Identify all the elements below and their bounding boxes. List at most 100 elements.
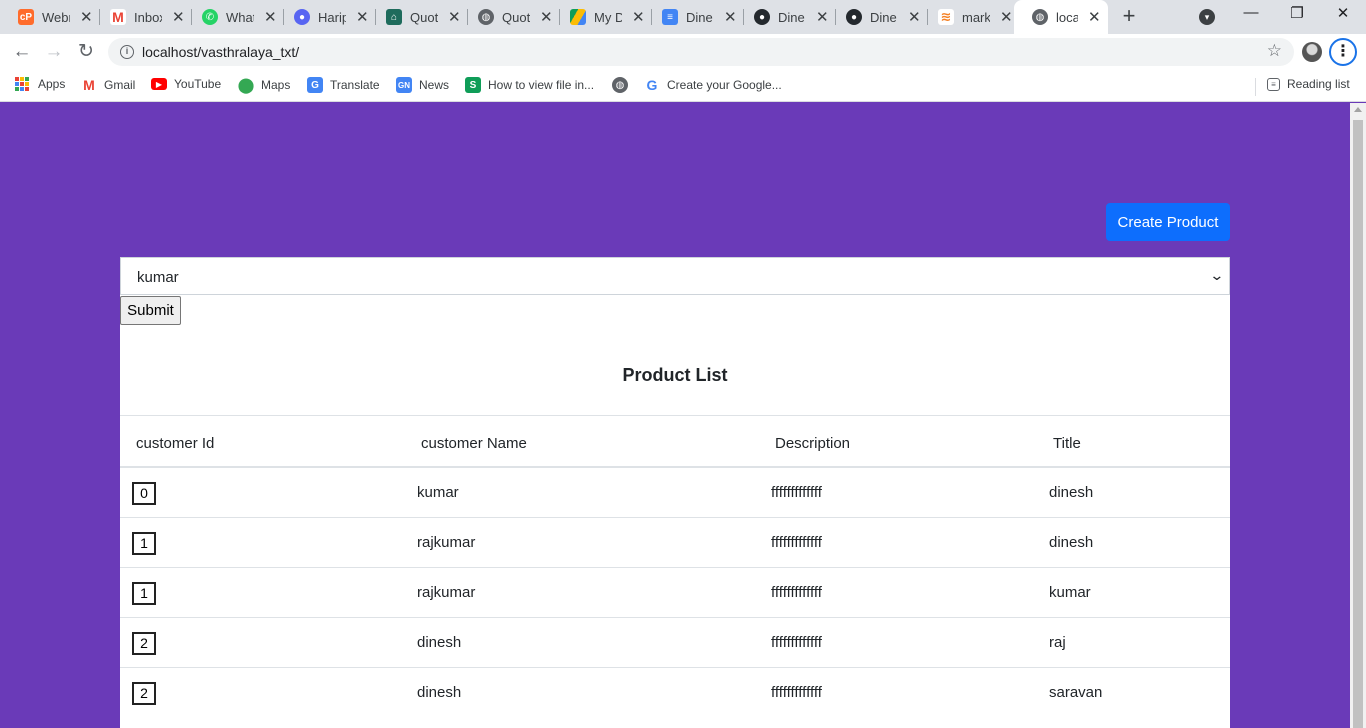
bookmark-star-icon[interactable]: ☆: [1267, 41, 1282, 61]
submit-button[interactable]: Submit: [120, 296, 181, 325]
bookmark-translate[interactable]: G Translate: [307, 77, 380, 93]
close-tab-icon[interactable]: ✕: [448, 8, 461, 26]
column-header-customer-name: customer Name: [421, 435, 527, 452]
create-product-button[interactable]: Create Product: [1106, 203, 1230, 241]
close-tab-icon[interactable]: ✕: [816, 8, 829, 26]
close-tab-icon[interactable]: ✕: [80, 8, 93, 26]
scrollbar-thumb[interactable]: [1353, 120, 1363, 728]
customer-id-badge: 1: [132, 582, 156, 605]
docs-icon: ≡: [662, 9, 678, 25]
table-row: 2 dinesh fffffffffffff saravan: [120, 668, 1230, 718]
google-icon: G: [646, 77, 658, 93]
sheets-icon: S: [465, 77, 481, 93]
discord-icon: ●: [294, 9, 310, 25]
title-cell: dinesh: [1049, 484, 1094, 501]
description-cell: fffffffffffff: [771, 634, 822, 651]
close-tab-icon[interactable]: ✕: [1088, 8, 1101, 26]
url-text[interactable]: localhost/vasthralaya_txt/: [142, 44, 299, 60]
column-header-description: Description: [775, 435, 851, 452]
github-icon: ●: [846, 9, 862, 25]
bookmark-apps[interactable]: Apps: [15, 77, 65, 91]
bookmark-create-google[interactable]: G Create your Google...: [644, 77, 782, 93]
bookmark-file-view[interactable]: S How to view file in...: [465, 77, 594, 93]
customer-name-cell: kumar: [417, 484, 459, 501]
browser-tab[interactable]: ◍ Quot ✕: [460, 0, 560, 34]
tab-search-icon[interactable]: ▾: [1199, 9, 1215, 25]
scroll-up-icon[interactable]: [1354, 107, 1362, 112]
bookmark-gmail[interactable]: M Gmail: [81, 77, 135, 93]
close-tab-icon[interactable]: ✕: [264, 8, 277, 26]
description-cell: fffffffffffff: [771, 534, 822, 551]
table-row: 1 rajkumar fffffffffffff kumar: [120, 568, 1230, 618]
close-tab-icon[interactable]: ✕: [356, 8, 369, 26]
github-icon: ●: [754, 9, 770, 25]
page-viewport: Create Product kumar ⌄ Submit Product Li…: [0, 103, 1350, 728]
browser-toolbar: ← → ↻ i localhost/vasthralaya_txt/ ☆ ⋮: [0, 34, 1366, 70]
browser-tab[interactable]: ≡ Dine ✕: [644, 0, 744, 34]
browser-tab[interactable]: ≋ mark ✕: [920, 0, 1020, 34]
close-tab-icon[interactable]: ✕: [540, 8, 553, 26]
customer-name-cell: rajkumar: [417, 534, 476, 551]
youtube-icon: ▶: [151, 78, 167, 90]
drive-icon: [570, 9, 586, 25]
bookmarks-bar: Apps M Gmail ▶ YouTube ⬤ Maps G Translat…: [0, 70, 1366, 102]
bookmark-maps[interactable]: ⬤ Maps: [237, 77, 291, 94]
whatsapp-icon: ✆: [202, 9, 218, 25]
close-tab-icon[interactable]: ✕: [172, 8, 185, 26]
customer-name-cell: rajkumar: [417, 584, 476, 601]
close-tab-icon[interactable]: ✕: [908, 8, 921, 26]
column-header-title: Title: [1053, 435, 1081, 452]
customer-id-badge: 1: [132, 532, 156, 555]
menu-kebab-icon[interactable]: ⋮: [1329, 38, 1357, 66]
customer-name-cell: dinesh: [417, 634, 462, 651]
globe-icon: ◍: [478, 9, 494, 25]
address-bar[interactable]: i localhost/vasthralaya_txt/ ☆: [108, 38, 1294, 66]
profile-avatar[interactable]: [1302, 42, 1322, 62]
customer-id-badge: 2: [132, 682, 156, 705]
reading-list[interactable]: ≡ Reading list: [1267, 77, 1350, 91]
bookmark-globe[interactable]: ◍: [612, 77, 635, 93]
table-header: customer Id customer Name Description Ti…: [120, 415, 1230, 468]
bookmarks-divider: [1255, 78, 1256, 96]
vertical-scrollbar[interactable]: [1350, 103, 1366, 728]
column-header-customer-id: customer Id: [136, 435, 215, 452]
browser-tab[interactable]: ● Dine ✕: [736, 0, 836, 34]
new-tab-button[interactable]: +: [1118, 5, 1140, 28]
site-info-icon[interactable]: i: [120, 45, 134, 59]
bookmark-news[interactable]: GN News: [396, 77, 449, 93]
browser-tab[interactable]: ● Harip ✕: [276, 0, 376, 34]
reading-list-icon: ≡: [1267, 77, 1280, 91]
customer-select[interactable]: kumar ⌄: [120, 257, 1230, 295]
gmail-icon: M: [110, 9, 126, 25]
gmail-icon: M: [83, 77, 95, 93]
reload-icon[interactable]: ↻: [74, 40, 98, 64]
customer-name-cell: dinesh: [417, 684, 462, 701]
back-icon[interactable]: ←: [10, 40, 34, 64]
browser-tab[interactable]: ⌂ Quot ✕: [368, 0, 468, 34]
chevron-down-icon: ⌄: [1209, 267, 1225, 283]
forward-icon[interactable]: →: [42, 40, 66, 64]
globe-icon: ◍: [1032, 9, 1048, 25]
browser-tab[interactable]: My D ✕: [552, 0, 652, 34]
description-cell: fffffffffffff: [771, 484, 822, 501]
globe-icon: ◍: [612, 77, 628, 93]
bookmark-youtube[interactable]: ▶ YouTube: [151, 77, 221, 91]
description-cell: fffffffffffff: [771, 684, 822, 701]
translate-icon: G: [307, 77, 323, 93]
description-cell: fffffffffffff: [771, 584, 822, 601]
browser-tab-active[interactable]: ◍ localh ✕: [1014, 0, 1108, 34]
minimize-icon[interactable]: —: [1241, 4, 1261, 21]
cpanel-icon: cP: [18, 9, 34, 25]
close-window-icon[interactable]: ✕: [1333, 4, 1353, 22]
close-tab-icon[interactable]: ✕: [724, 8, 737, 26]
table-row: 2 dinesh fffffffffffff raj: [120, 618, 1230, 668]
maps-pin-icon: ⬤: [237, 77, 255, 94]
browser-tab[interactable]: cP Webr ✕: [0, 0, 100, 34]
restore-icon[interactable]: ❐: [1287, 4, 1307, 22]
browser-tab[interactable]: ● Dine ✕: [828, 0, 928, 34]
close-tab-icon[interactable]: ✕: [632, 8, 645, 26]
browser-tab[interactable]: ✆ What ✕: [184, 0, 284, 34]
customer-id-badge: 0: [132, 482, 156, 505]
browser-tab[interactable]: M Inbox ✕: [92, 0, 192, 34]
close-tab-icon[interactable]: ✕: [1000, 8, 1013, 26]
